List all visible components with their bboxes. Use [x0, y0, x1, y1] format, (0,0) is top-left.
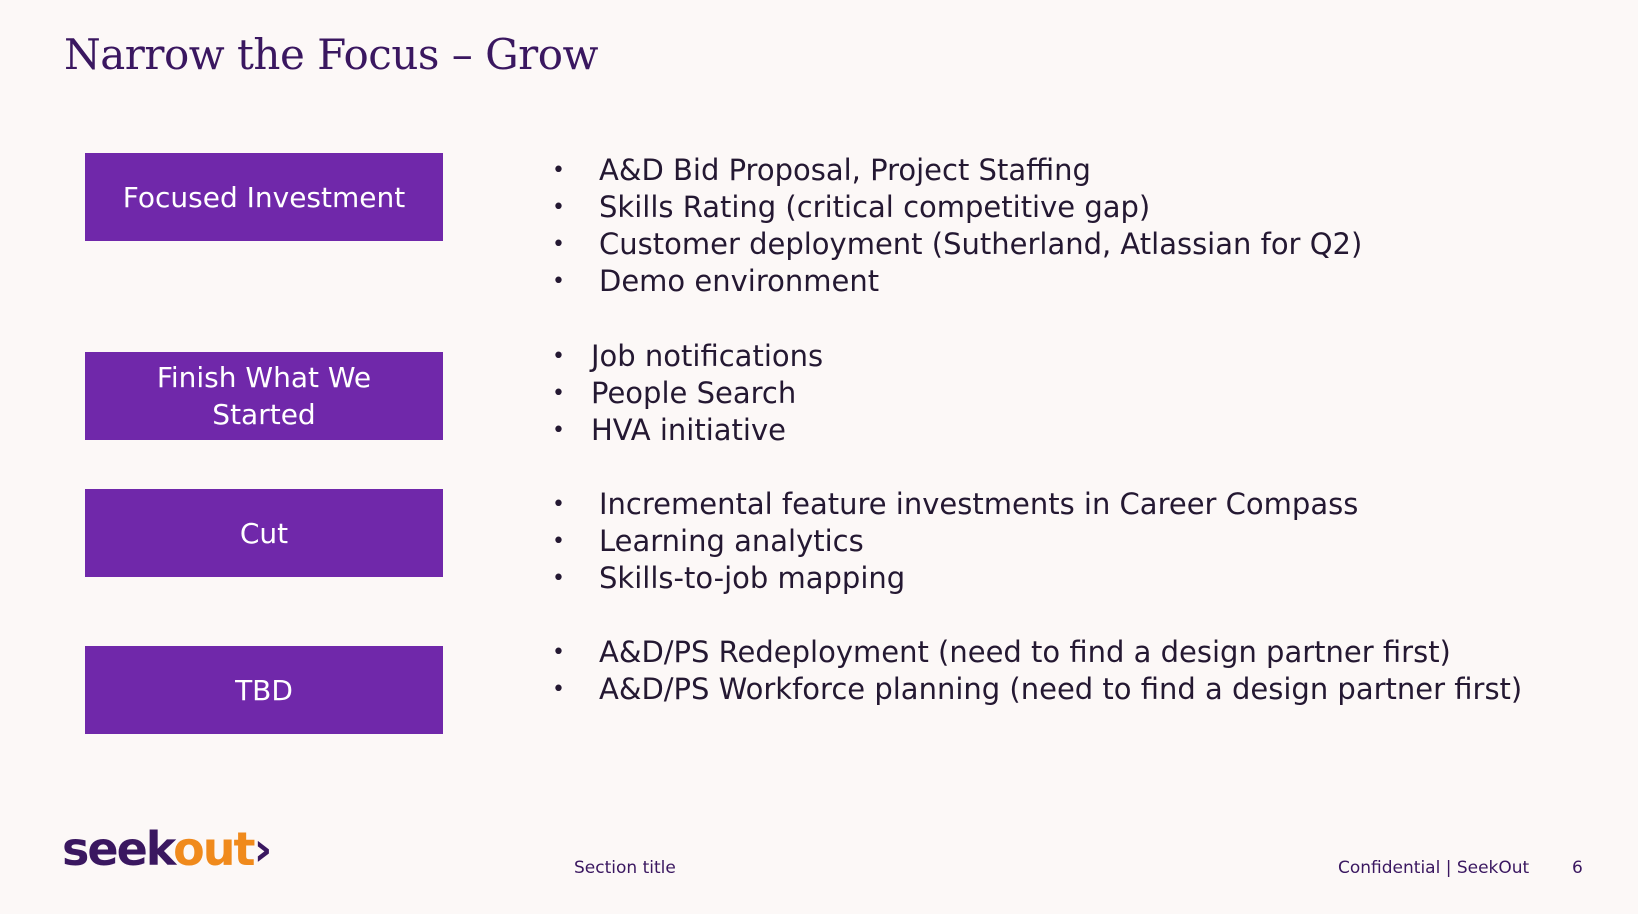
footer-section-title: Section title: [574, 858, 676, 878]
seekout-logo: seekout›: [62, 822, 272, 876]
bullet-icon: •: [552, 232, 565, 257]
label-cut: Cut: [85, 489, 443, 577]
bullet-icon: •: [552, 269, 565, 294]
bullet-icon: •: [552, 158, 565, 183]
bullet-icon: •: [552, 195, 565, 220]
label-tbd: TBD: [85, 646, 443, 734]
label-finish-what-we-started: Finish What We Started: [85, 352, 443, 440]
bullet-icon: •: [552, 640, 565, 665]
label-focused-investment: Focused Investment: [85, 153, 443, 241]
bullet-icon: •: [552, 566, 565, 591]
slide-title: Narrow the Focus – Grow: [64, 30, 599, 79]
bullet-icon: •: [552, 492, 565, 517]
bullet-icon: •: [552, 344, 565, 369]
bullet-icon: •: [552, 677, 565, 702]
page-number: 6: [1572, 858, 1583, 878]
bullet-icon: •: [552, 529, 565, 554]
chevron-right-icon: ›: [253, 822, 272, 876]
footer-confidential: Confidential | SeekOut: [1338, 858, 1530, 878]
bullet-icon: •: [552, 381, 565, 406]
bullet-icon: •: [552, 418, 565, 443]
